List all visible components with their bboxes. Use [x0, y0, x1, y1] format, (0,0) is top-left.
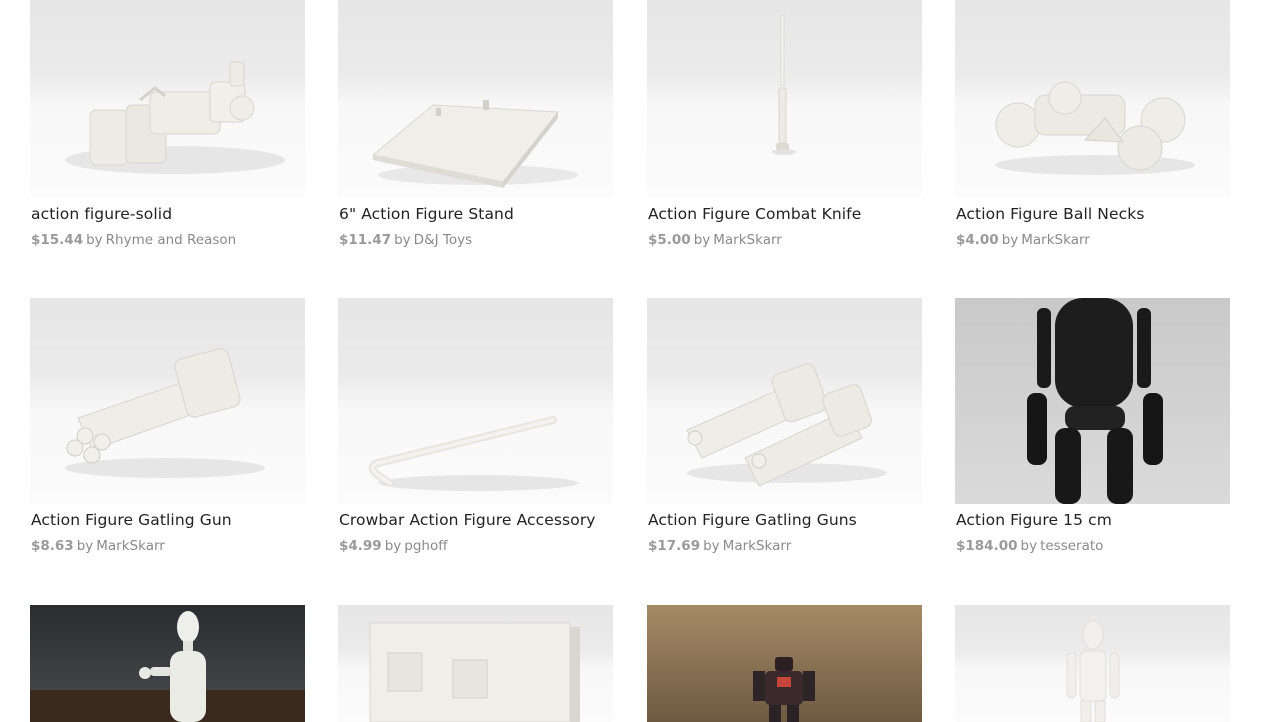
product-card[interactable]: Action Figure Gatling Gun $8.63 by MarkSka…	[30, 298, 305, 554]
product-thumbnail[interactable]	[338, 0, 613, 197]
by-label: by	[384, 538, 402, 554]
by-label: by	[693, 232, 711, 248]
product-title[interactable]: 6" Action Figure Stand	[339, 205, 514, 223]
product-thumbnail[interactable]	[30, 0, 305, 197]
product-title[interactable]: Action Figure Combat Knife	[648, 205, 861, 223]
product-card[interactable]: Action Figure 15 cm $184.00 by tesserato	[955, 298, 1230, 554]
by-label: by	[394, 232, 411, 248]
product-thumbnail[interactable]	[647, 0, 922, 197]
product-card[interactable]: action figure-solid $15.44 by Rhyme and Re…	[30, 0, 305, 248]
product-title[interactable]: Crowbar Action Figure Accessory	[339, 511, 596, 529]
product-price: $4.99	[339, 538, 382, 554]
product-price: $15.44	[31, 232, 84, 248]
white-figure-render	[1066, 620, 1120, 722]
product-card[interactable]: Action Figure Ball Necks $4.00 by MarkSkar…	[955, 0, 1230, 248]
product-thumbnail[interactable]	[647, 605, 922, 722]
product-title[interactable]: Action Figure Gatling Guns	[648, 511, 857, 529]
product-thumbnail[interactable]	[338, 605, 613, 722]
seller-link[interactable]: pghoff	[404, 538, 447, 554]
cube-render	[369, 622, 580, 722]
product-meta: $184.00 by tesserato	[956, 538, 1103, 554]
gatling-guns-render	[686, 363, 887, 487]
product-price: $11.47	[339, 232, 392, 248]
by-label: by	[703, 538, 720, 554]
stand-render	[371, 100, 578, 188]
product-meta: $4.00 by MarkSkarr	[956, 232, 1090, 248]
product-title[interactable]: Action Figure 15 cm	[956, 511, 1112, 529]
product-grid: action figure-solid $15.44 by Rhyme and Re…	[0, 0, 1280, 722]
knife-render	[772, 14, 796, 155]
by-label: by	[1020, 538, 1038, 554]
product-price: $8.63	[31, 538, 74, 554]
product-card[interactable]: 6" Action Figure Stand $11.47 by D&J Toys	[338, 0, 613, 248]
seller-link[interactable]: D&J Toys	[414, 232, 472, 248]
product-thumbnail[interactable]	[647, 298, 922, 504]
by-label: by	[76, 538, 94, 554]
product-price: $17.69	[648, 538, 701, 554]
seller-link[interactable]: Rhyme and Reason	[106, 232, 237, 248]
product-thumbnail[interactable]	[338, 298, 613, 504]
product-price: $184.00	[956, 538, 1018, 554]
product-meta: $11.47 by D&J Toys	[339, 232, 472, 248]
product-thumbnail[interactable]	[30, 605, 305, 722]
product-title[interactable]: Action Figure Ball Necks	[956, 205, 1145, 223]
product-price: $4.00	[956, 232, 999, 248]
product-thumbnail[interactable]	[955, 298, 1230, 504]
product-card[interactable]	[955, 605, 1230, 722]
product-meta: $15.44 by Rhyme and Reason	[31, 232, 236, 248]
product-card[interactable]	[338, 605, 613, 722]
product-card[interactable]: Action Figure Gatling Guns $17.69 by MarkS…	[647, 298, 922, 554]
crowbar-render	[368, 416, 578, 491]
product-card[interactable]	[30, 605, 305, 722]
by-label: by	[1001, 232, 1019, 248]
product-meta: $5.00 by MarkSkarr	[648, 232, 782, 248]
seller-link[interactable]: MarkSkarr	[1021, 232, 1090, 248]
product-price: $5.00	[648, 232, 691, 248]
product-card[interactable]: Action Figure Combat Knife $5.00 by MarkSk…	[647, 0, 922, 248]
wooden-mannequin-photo	[30, 611, 305, 722]
product-card[interactable]: Crowbar Action Figure Accessory $4.99 by p…	[338, 298, 613, 554]
ball-necks-render	[995, 81, 1195, 175]
solid-figure-render	[65, 61, 285, 174]
robot-figure-photo	[753, 657, 815, 722]
product-meta: $8.63 by MarkSkarr	[31, 538, 165, 554]
black-figure-photo	[1027, 298, 1163, 504]
gatling-gun-render	[65, 348, 265, 478]
product-thumbnail[interactable]	[955, 0, 1230, 197]
seller-link[interactable]: MarkSkarr	[96, 538, 165, 554]
seller-link[interactable]: MarkSkarr	[713, 232, 782, 248]
seller-link[interactable]: tesserato	[1040, 538, 1103, 554]
seller-link[interactable]: MarkSkarr	[723, 538, 792, 554]
product-thumbnail[interactable]	[30, 298, 305, 504]
product-meta: $17.69 by MarkSkarr	[648, 538, 791, 554]
product-thumbnail[interactable]	[955, 605, 1230, 722]
product-title[interactable]: action figure-solid	[31, 205, 172, 223]
by-label: by	[86, 232, 103, 248]
product-meta: $4.99 by pghoff	[339, 538, 448, 554]
product-card[interactable]	[647, 605, 922, 722]
product-title[interactable]: Action Figure Gatling Gun	[31, 511, 232, 529]
